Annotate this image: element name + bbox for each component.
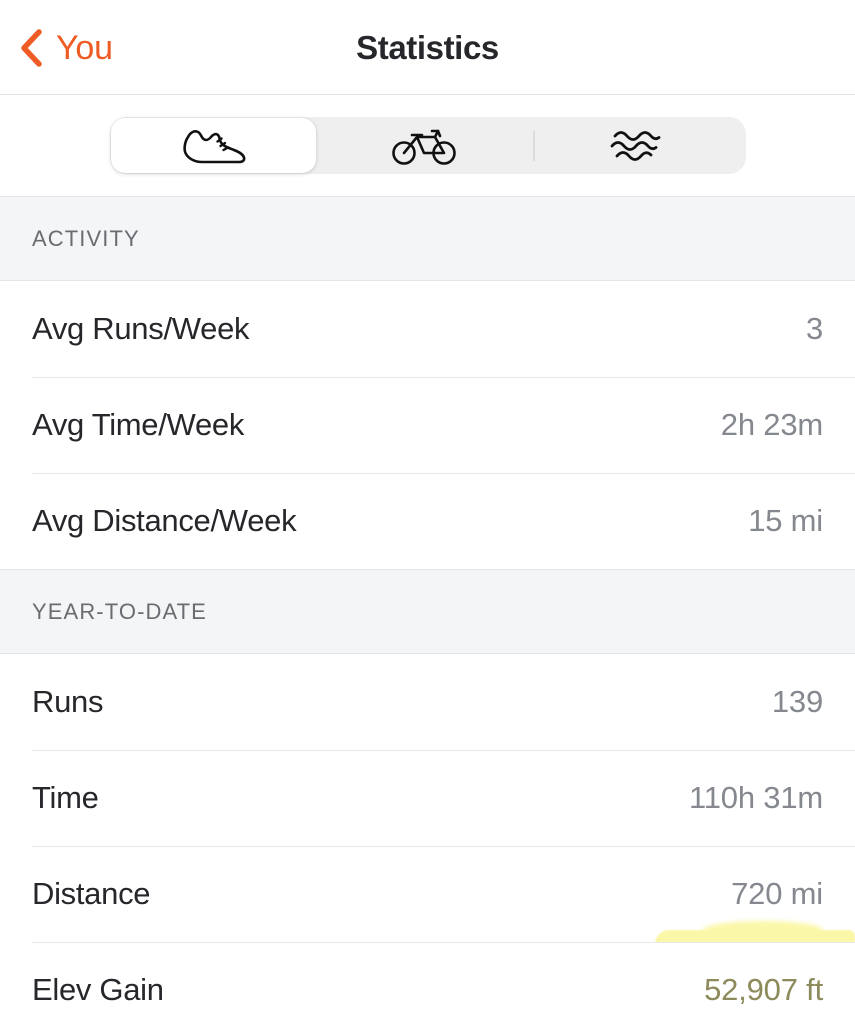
row-label: Time xyxy=(32,780,99,815)
row-value: 139 xyxy=(771,684,823,719)
segment-swim[interactable] xyxy=(531,117,746,174)
navigation-bar: You Statistics xyxy=(0,0,855,95)
row-runs[interactable]: Runs 139 xyxy=(0,654,855,750)
page-title: Statistics xyxy=(356,28,499,66)
row-time[interactable]: Time 110h 31m xyxy=(0,750,855,846)
row-value: 15 mi xyxy=(748,503,823,538)
swim-waves-icon xyxy=(607,124,669,168)
row-value: 3 xyxy=(805,311,823,346)
row-label: Avg Runs/Week xyxy=(32,311,250,346)
sport-segmented-control xyxy=(0,95,855,196)
segment-run[interactable] xyxy=(110,118,316,173)
row-distance[interactable]: Distance 720 mi xyxy=(0,846,855,942)
row-elev-gain[interactable]: Elev Gain 52,907 ft xyxy=(0,942,855,1024)
row-label: Runs xyxy=(32,684,104,719)
segment-ride[interactable] xyxy=(317,117,532,174)
section-header-activity: ACTIVITY xyxy=(0,196,855,281)
row-avg-time-per-week[interactable]: Avg Time/Week 2h 23m xyxy=(0,377,855,473)
segmented-control-track xyxy=(109,117,746,174)
row-label: Elev Gain xyxy=(32,972,164,1007)
row-avg-runs-per-week[interactable]: Avg Runs/Week 3 xyxy=(0,281,855,377)
bicycle-icon xyxy=(391,124,457,168)
statistics-screen: You Statistics ACTIVITY Avg Runs/Week 3 … xyxy=(0,0,855,1024)
running-shoe-icon xyxy=(176,124,250,168)
row-value: 110h 31m xyxy=(689,780,823,815)
section-header-year-to-date: YEAR-TO-DATE xyxy=(0,569,855,654)
row-label: Avg Distance/Week xyxy=(32,503,297,538)
row-value: 52,907 ft xyxy=(704,972,823,1007)
row-label: Distance xyxy=(32,876,151,911)
row-value: 2h 23m xyxy=(720,407,823,442)
row-value: 720 mi xyxy=(731,876,823,911)
row-avg-distance-per-week[interactable]: Avg Distance/Week 15 mi xyxy=(0,473,855,569)
row-label: Avg Time/Week xyxy=(32,407,245,442)
